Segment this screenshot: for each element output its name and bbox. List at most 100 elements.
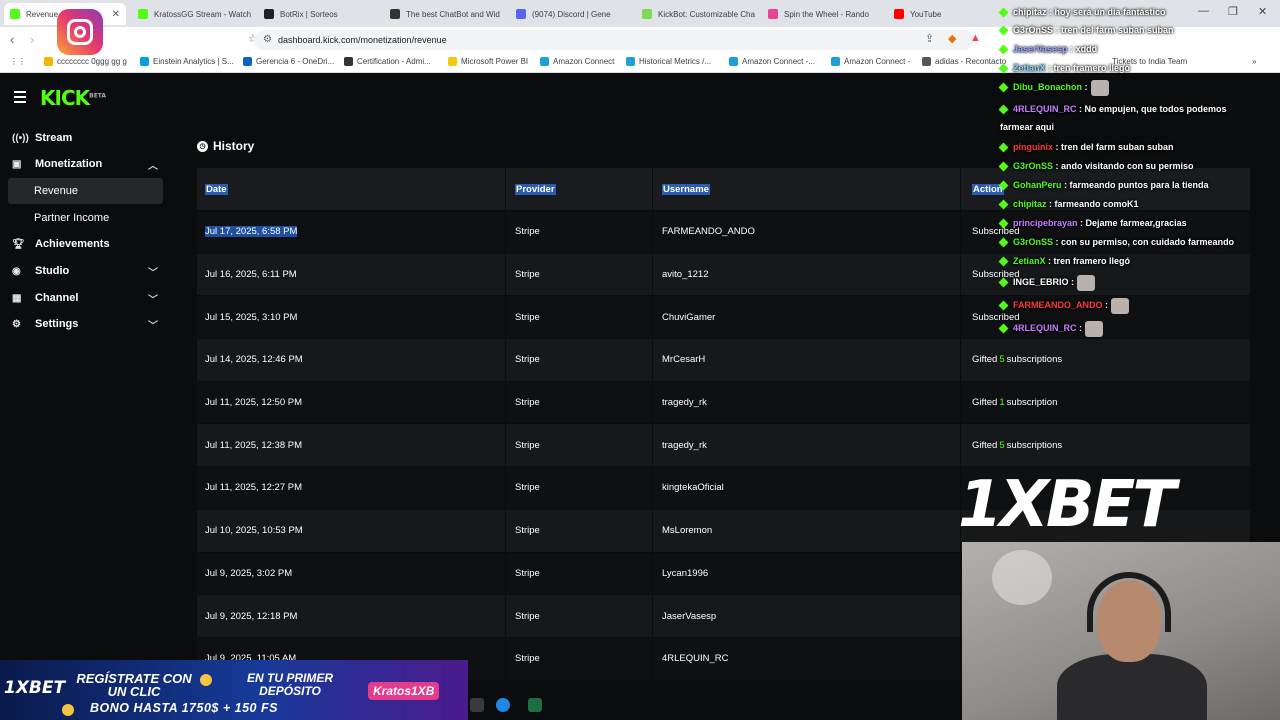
chat-username[interactable]: G3rOnSS	[1013, 25, 1053, 35]
chat-username[interactable]: FARMEANDO_ANDO	[1013, 300, 1103, 310]
bookmark-6[interactable]: Amazon Connect	[540, 57, 614, 66]
headphones	[1087, 572, 1171, 632]
discord-icon	[516, 9, 526, 19]
column-header-username[interactable]: Username	[662, 168, 710, 210]
chat-text: :	[1084, 82, 1088, 92]
username-cell: 4RLEQUIN_RC	[662, 653, 729, 665]
chevron-down-icon[interactable]: ﹀	[148, 264, 158, 279]
username-cell: Lycan1996	[662, 567, 709, 579]
column-header-date[interactable]: Date	[205, 168, 228, 210]
sidebar-item-monetization[interactable]: ▣ Monetization ︿	[12, 152, 162, 176]
taskbar-app-icon[interactable]	[470, 698, 484, 712]
edge-icon[interactable]	[496, 698, 510, 712]
site-info-icon[interactable]: ⚙	[263, 34, 272, 45]
brave-rewards-icon[interactable]: ▲	[970, 32, 981, 44]
tab-discord[interactable]: (9074) Discord | Gene	[510, 3, 632, 25]
chat-username[interactable]: GohanPeru	[1013, 180, 1062, 190]
sidebar-item-revenue[interactable]: Revenue	[8, 178, 163, 204]
bookmark-5[interactable]: Microsoft Power BI	[448, 57, 528, 66]
chat-username[interactable]: 4RLEQUIN_RC	[1013, 323, 1077, 333]
sidebar-item-channel[interactable]: ▦ Channel ﹀	[12, 286, 162, 310]
date-text: Jul 10, 2025, 10:53 PM	[205, 525, 303, 537]
sidebar-item-stream[interactable]: ((•)) Stream	[12, 126, 162, 150]
chat-username[interactable]: ZetianX	[1013, 63, 1046, 73]
share-icon[interactable]: ⇪	[925, 32, 934, 45]
folder-icon	[44, 57, 53, 66]
table-row: Jul 14, 2025, 12:46 PM Stripe MrCesarH Gift…	[197, 338, 1250, 381]
column-header-provider[interactable]: Provider	[515, 168, 556, 210]
bookmark-8[interactable]: Amazon Connect -...	[729, 57, 815, 66]
cloud-icon	[540, 57, 549, 66]
chat-message: farmear aqui	[1000, 118, 1054, 137]
maximize-icon[interactable]: ❐	[1228, 5, 1238, 18]
emote-icon	[1111, 297, 1130, 314]
chat-username[interactable]: principebrayan	[1013, 218, 1078, 228]
subscriber-badge-icon	[998, 142, 1009, 153]
menu-icon[interactable]	[14, 91, 26, 106]
chat-message: 4RLEQUIN_RC : No empujen, que todos pode…	[998, 100, 1227, 119]
bookmark-label: Einstein Analytics | S...	[153, 57, 234, 66]
bookmark-9[interactable]: Amazon Connect -	[831, 57, 910, 66]
tab-kratossgg[interactable]: KratossGG Stream - Watch	[132, 3, 254, 25]
chevron-down-icon[interactable]: ﹀	[148, 291, 158, 306]
chat-username[interactable]: JaserVasesp	[1013, 44, 1068, 54]
chat-username[interactable]: ZetianX	[1013, 256, 1046, 266]
table-row: Jul 11, 2025, 12:38 PM Stripe tragedy_rk Gi…	[197, 423, 1250, 467]
bookmark-2[interactable]: Einstein Analytics | S...	[140, 57, 234, 66]
chat-username[interactable]: G3rOnSS	[1013, 161, 1053, 171]
sidebar-item-studio[interactable]: ◉ Studio ﹀	[12, 259, 162, 283]
bookmark-1[interactable]: cccccccc 0ggg gg g	[44, 57, 127, 66]
minimize-icon[interactable]: —	[1198, 5, 1209, 17]
url-text: dashboard.kick.com/monetization/revenue	[278, 35, 447, 45]
bookmark-4[interactable]: Certification - Admi...	[344, 57, 431, 66]
tab-title: BotRix | Sorteos	[280, 9, 338, 19]
brave-shield-icon[interactable]: ◆	[948, 32, 956, 45]
chat-username[interactable]: G3rOnSS	[1013, 237, 1053, 247]
more-bookmarks-icon[interactable]: »	[1252, 57, 1256, 66]
tab-youtube[interactable]: YouTube	[888, 3, 988, 25]
chat-username[interactable]: chipitaz	[1013, 199, 1047, 209]
date-cell: Jul 16, 2025, 6:11 PM	[205, 254, 297, 296]
url-field[interactable]: ⚙ dashboard.kick.com/monetization/revenu…	[254, 30, 974, 50]
forward-icon[interactable]: ›	[30, 32, 34, 47]
sidebar-item-partner-income[interactable]: Partner Income	[8, 205, 163, 231]
chevron-up-icon[interactable]: ︿	[148, 157, 158, 172]
history-heading: ◷ History	[197, 139, 254, 153]
kick-logo[interactable]: KICKBETA	[40, 86, 106, 110]
logo-text: KICK	[40, 86, 90, 110]
bookmark-7[interactable]: Historical Metrics /...	[626, 57, 711, 66]
bookmark-3[interactable]: Gerencia 6 - OneDri...	[243, 57, 334, 66]
column-divider	[505, 381, 506, 424]
username-cell: MrCesarH	[662, 354, 706, 366]
tab-chatbot[interactable]: The best ChatBot and Wid	[384, 3, 506, 25]
column-divider	[652, 552, 653, 595]
close-icon[interactable]: ✕	[108, 9, 120, 20]
sidebar-item-achievements[interactable]: 🏆︎ Achievements	[12, 232, 162, 256]
chat-username[interactable]: pinguinix	[1013, 142, 1053, 152]
subscriber-badge-icon	[998, 256, 1009, 267]
chevron-down-icon[interactable]: ﹀	[148, 317, 158, 332]
chat-username[interactable]: 4RLEQUIN_RC	[1013, 104, 1077, 114]
column-divider	[505, 339, 506, 381]
apps-icon[interactable]: ⋮⋮	[10, 57, 26, 66]
chat-username[interactable]: Dibu_Bonachon	[1013, 82, 1082, 92]
tab-botrix[interactable]: BotRix | Sorteos	[258, 3, 380, 25]
provider-cell: Stripe	[515, 482, 540, 494]
tab-spin-wheel[interactable]: Spin the Wheel - Rando	[762, 3, 884, 25]
username-cell: ChuviGamer	[662, 311, 716, 323]
column-divider	[505, 637, 506, 680]
sidebar-item-settings[interactable]: ⚙ Settings ﹀	[12, 312, 162, 336]
chat-username[interactable]: INGE_EBRIO	[1013, 277, 1069, 287]
bookmark-10[interactable]: adidas - Recontacto	[922, 57, 1006, 66]
close-window-icon[interactable]: ✕	[1258, 5, 1267, 18]
sidebar-item-label: Achievements	[35, 238, 110, 250]
subscriber-badge-icon	[998, 180, 1009, 191]
botrix-icon	[264, 9, 274, 19]
tab-kickbot[interactable]: KickBot: Customizable Cha	[636, 3, 758, 25]
action-count: 5	[999, 439, 1005, 451]
cloud-icon	[831, 57, 840, 66]
subscriber-badge-icon	[998, 25, 1009, 36]
back-icon[interactable]: ‹	[10, 32, 14, 47]
excel-icon[interactable]	[528, 698, 542, 712]
chat-username[interactable]: chipitaz	[1013, 7, 1047, 17]
